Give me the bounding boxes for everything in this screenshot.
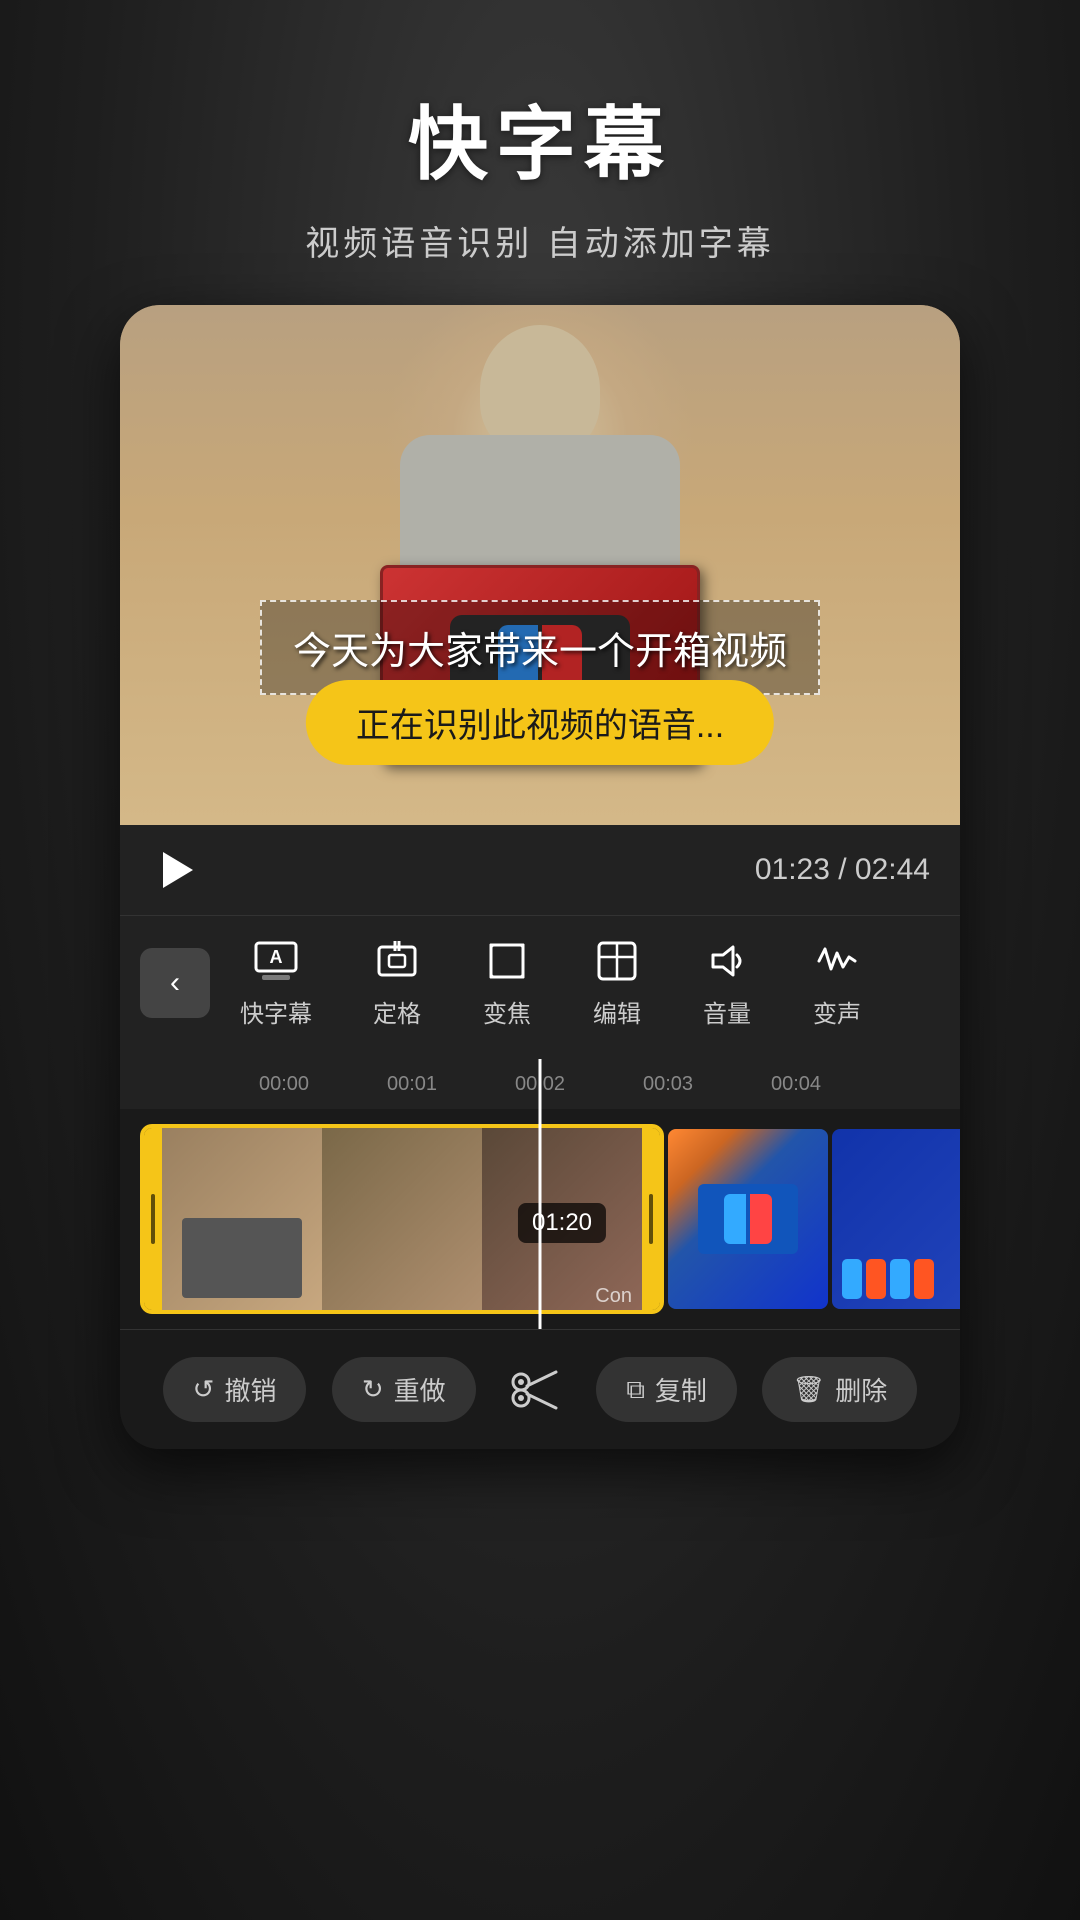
selected-clip[interactable]: 01:20 Con [140, 1124, 664, 1314]
clip-right-handle[interactable] [642, 1128, 660, 1310]
undo-label: 撤销 [224, 1371, 276, 1408]
clip-time-badge: 01:20 [518, 1203, 606, 1243]
delete-button[interactable]: 🗑 删除 [762, 1357, 917, 1422]
unsel-clip-2[interactable] [832, 1129, 960, 1309]
tool-bianji[interactable]: 编辑 [562, 926, 672, 1039]
copy-label: 复制 [655, 1371, 707, 1408]
bottom-toolbar: ↺ 撤销 ↻ 重做 ⧉ 复制 [120, 1329, 960, 1449]
timeline-ruler: 00:00 00:01 00:02 00:03 00:04 [120, 1059, 960, 1109]
dingge-label: 定格 [373, 994, 421, 1029]
redo-label: 重做 [394, 1371, 446, 1408]
tool-biansheng[interactable]: 变声 [782, 926, 892, 1039]
clip-thumbnail-1 [162, 1128, 322, 1314]
thumbnail-area[interactable]: 01:20 Con [120, 1109, 960, 1329]
header-section: 快字幕 视频语音识别 自动添加字幕 [305, 0, 774, 265]
dingge-icon [372, 936, 422, 986]
yinliang-label: 音量 [703, 994, 751, 1029]
kuzimu-label: 快字幕 [240, 994, 312, 1029]
subtitle: 视频语音识别 自动添加字幕 [305, 216, 774, 265]
tools-bar: ‹ A 快字幕 [120, 915, 960, 1059]
bianji-label: 编辑 [593, 994, 641, 1029]
unsel-clip-1[interactable] [668, 1129, 828, 1309]
bianjiao-label: 变焦 [483, 994, 531, 1029]
subtitle-overlay-text: 今天为大家带来一个开箱视频 [292, 620, 788, 675]
ruler-label-1: 00:01 [387, 1073, 437, 1096]
ruler-label-4: 00:04 [771, 1073, 821, 1096]
redo-button[interactable]: ↻ 重做 [332, 1357, 476, 1422]
svg-text:A: A [270, 947, 283, 967]
redo-icon: ↻ [362, 1374, 384, 1405]
clip-right-handle-line [649, 1194, 653, 1244]
play-icon [163, 852, 193, 888]
copy-button[interactable]: ⧉ 复制 [596, 1357, 737, 1422]
processing-text: 正在识别此视频的语音... [356, 707, 724, 745]
tool-kuzimu[interactable]: A 快字幕 [210, 926, 342, 1039]
kuzimu-icon: A [251, 936, 301, 986]
ruler-tick-1: 00:01 [348, 1073, 476, 1096]
bianjiao-icon [482, 936, 532, 986]
ruler-tick-3: 00:03 [604, 1073, 732, 1096]
biansheng-icon [812, 936, 862, 986]
tool-bianjiao[interactable]: 变焦 [452, 926, 562, 1039]
tool-yinliang[interactable]: 音量 [672, 926, 782, 1039]
delete-icon: 🗑 [792, 1374, 825, 1405]
clip-thumbnail-3: 01:20 Con [482, 1128, 642, 1314]
bianji-icon [592, 936, 642, 986]
tool-dingge[interactable]: 定格 [342, 926, 452, 1039]
back-button[interactable]: ‹ [140, 948, 210, 1018]
undo-button[interactable]: ↺ 撤销 [163, 1357, 307, 1422]
biansheng-label: 变声 [813, 994, 861, 1029]
video-controls: 01:23 / 02:44 [120, 825, 960, 915]
processing-badge: 正在识别此视频的语音... [306, 680, 774, 765]
ruler-tick-4: 00:04 [732, 1073, 860, 1096]
chevron-left-icon: ‹ [170, 966, 180, 1000]
scissors-icon [506, 1360, 566, 1420]
play-button[interactable] [150, 845, 200, 895]
clip-thumbnail-2 [322, 1128, 482, 1314]
clip-left-handle[interactable] [144, 1128, 162, 1310]
clip-handle-line [151, 1194, 155, 1244]
timeline-playhead [539, 1109, 542, 1329]
unselected-clips [668, 1129, 960, 1309]
time-display: 01:23 / 02:44 [755, 853, 930, 887]
main-content: 快字幕 视频语音识别 自动添加字幕 今天为大家带来一个开箱 [0, 0, 1080, 1920]
video-area: 今天为大家带来一个开箱视频 正在识别此视频的语音... [120, 305, 960, 825]
copy-icon: ⧉ [626, 1374, 645, 1406]
ruler-label-0: 00:00 [259, 1073, 309, 1096]
main-title: 快字幕 [305, 80, 774, 196]
ruler-tick-0: 00:00 [220, 1073, 348, 1096]
undo-icon: ↺ [193, 1374, 215, 1405]
yinliang-icon [702, 936, 752, 986]
tools-scroll: A 快字幕 定格 [210, 926, 960, 1039]
timeline-needle [539, 1059, 542, 1109]
phone-mockup: 今天为大家带来一个开箱视频 正在识别此视频的语音... 01:23 / 02:4… [120, 305, 960, 1449]
scissors-button[interactable] [501, 1355, 571, 1425]
ruler-label-3: 00:03 [643, 1073, 693, 1096]
delete-label: 删除 [835, 1371, 887, 1408]
video-placeholder: 今天为大家带来一个开箱视频 正在识别此视频的语音... [120, 305, 960, 825]
